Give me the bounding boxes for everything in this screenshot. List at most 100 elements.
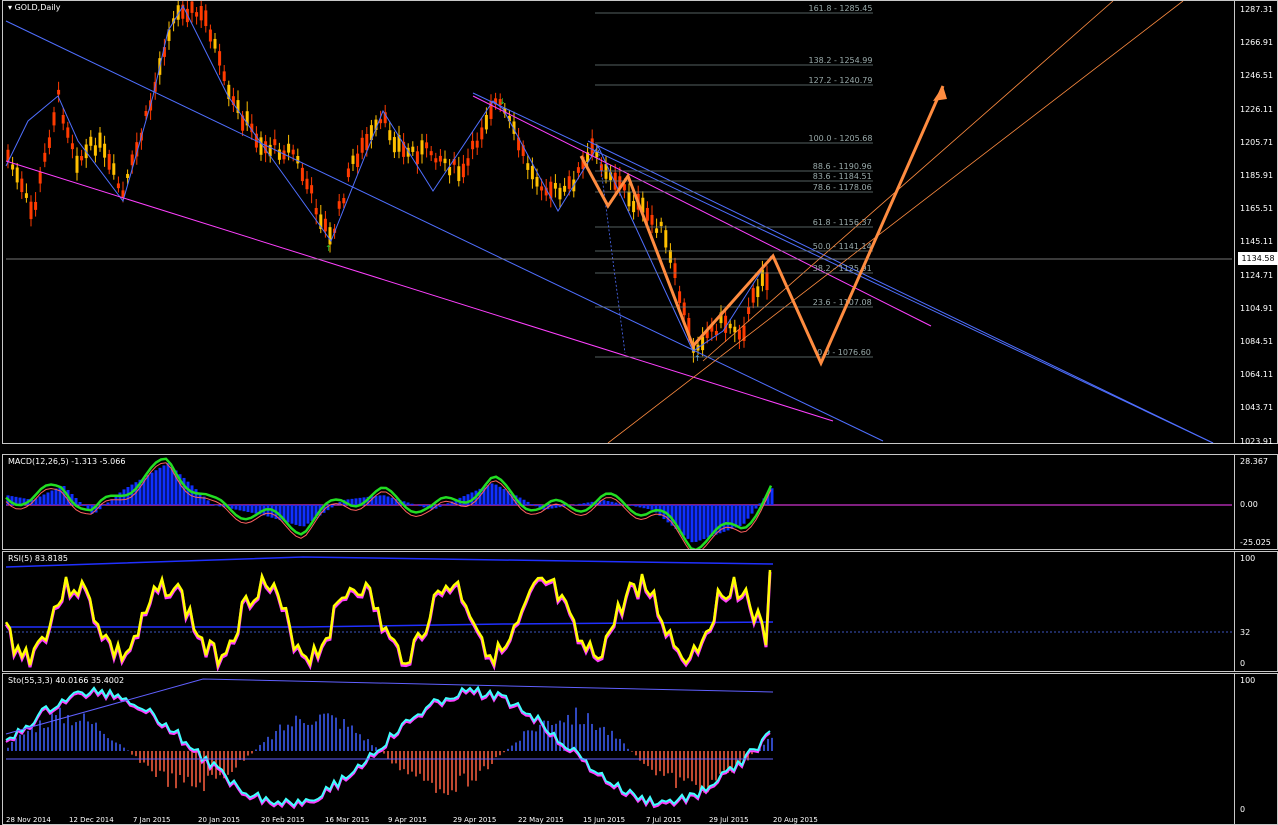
macd-axis-zero: 0.00 [1240,500,1258,509]
price-axis-label: 1287.31 [1240,5,1274,14]
candle-body [540,186,544,191]
dropdown-triangle-icon[interactable]: ▾ [8,3,12,12]
date-axis-label: 22 May 2015 [518,816,564,824]
candle-body [567,176,571,189]
price-chart-pane[interactable]: 161.8 - 1285.45 138.2 - 1254.99 127.2 - 12… [2,0,1278,446]
candle-body [126,173,130,178]
fib-level-label: 23.6 - 1107.08 [813,298,872,307]
candle-body [208,29,212,42]
candle-body [535,176,539,187]
macd-pane[interactable]: MACD(12,26,5) -1.313 -5.066 28.367 0.00 … [2,454,1278,550]
stochastic-canvas[interactable] [3,674,1232,824]
candle-body [300,167,304,182]
down-arrow-marker: ↓ [499,97,506,106]
candle-body [664,230,668,248]
candle-body [471,140,475,150]
candle-body [259,137,263,155]
candle-body [273,139,277,146]
stochastic-axis-top: 100 [1240,676,1256,685]
candle-body [553,182,557,189]
candle-body [305,178,309,190]
candle-body [425,142,429,149]
date-axis-label: 20 Jan 2015 [198,816,240,824]
channel-mid-line [587,140,1214,443]
candle-body [411,146,415,152]
candle-body [93,145,97,156]
fib-level-label: 50.0 - 1141.14 [813,242,872,251]
date-axis-label: 7 Jul 2015 [646,816,682,824]
candle-body [29,201,33,220]
candle-body [195,12,199,17]
candle-body [20,178,24,193]
rsi-pane[interactable]: RSI(5) 83.8185 100 32 0 [2,551,1278,672]
magenta-support-line [5,160,834,422]
price-axis-label: 1205.71 [1240,137,1274,147]
fib-level-label: 161.8 - 1285.45 [809,4,873,13]
candle-body [599,164,603,171]
price-axis-label: 1124.71 [1240,270,1274,280]
fib-level-label: 100.0 - 1205.68 [809,134,873,143]
candle-body [576,167,580,173]
stochastic-axis[interactable]: 100 0 [1234,674,1278,824]
date-axis-label: 9 Apr 2015 [388,816,427,824]
candle-body [530,166,534,180]
price-axis-label: 1145.11 [1240,237,1274,247]
candle-body [655,228,659,233]
price-axis[interactable]: 1287.31 1266.91 1246.51 1226.11 1205.71 1185.… [1234,1,1278,446]
candle-body [356,153,360,168]
candle-body [323,218,327,232]
candle-body [466,158,470,166]
macd-canvas[interactable] [3,455,1232,549]
candle-body [438,155,442,162]
candle-body [526,163,530,170]
candle-body [724,315,728,333]
candle-body [204,10,208,27]
candle-body [751,288,755,303]
candle-body [70,143,74,150]
candle-body [659,221,663,227]
rsi-main-line [4,569,772,670]
candle-body [337,201,341,209]
candle-body [199,6,203,21]
candle-body [461,163,465,178]
candle-body [434,158,438,163]
rsi-upper-band [5,556,774,568]
candle-body [650,214,654,225]
candle-body [47,137,51,148]
candle-body [314,208,318,215]
candle-body [116,183,120,189]
candle-body [678,291,682,303]
rsi-lower-band [6,621,774,628]
price-axis-label: 1104.91 [1240,303,1274,313]
candle-body [632,201,636,213]
up-arrow-marker: ↑ [325,244,332,253]
candle-body [112,163,116,175]
price-axis-label: 1023.91 [1240,436,1274,446]
stochastic-axis-bottom: 0 [1240,805,1246,814]
candle-body [287,143,291,153]
macd-axis[interactable]: 28.367 0.00 -25.025 [1234,455,1278,549]
price-axis-label: 1084.51 [1240,337,1274,346]
rsi-axis[interactable]: 100 32 0 [1234,552,1278,671]
price-chart-canvas[interactable]: 161.8 - 1285.45 138.2 - 1254.99 127.2 - 12… [3,1,1232,443]
rsi-axis-mid: 32 [1240,628,1251,637]
stochastic-pane[interactable]: Sto(55,3,3) 40.0166 35.4002 100 0 28 Nov… [2,673,1278,825]
date-axis-label: 15 Jun 2015 [583,816,626,824]
candle-body [34,201,38,210]
rsi-canvas[interactable] [3,552,1232,671]
date-axis-label: 16 Mar 2015 [325,816,370,824]
price-axis-label: 1064.11 [1240,370,1274,380]
chart-symbol-title: ▾ GOLD,Daily [8,3,61,12]
candle-body [443,158,447,164]
candle-body [346,168,350,178]
rsi-label: RSI(5) 83.8185 [8,554,68,563]
candle-body [627,191,631,207]
orange-channel-line-lower [607,1,1184,443]
fib-level-label: 88.6 - 1190.96 [813,162,872,171]
stochastic-label: Sto(55,3,3) 40.0166 35.4002 [8,676,125,685]
fib-level-label: 83.6 - 1184.51 [813,172,872,181]
candle-body [682,302,686,316]
candle-body [103,143,107,158]
candle-body [733,326,737,333]
projection-path [579,85,945,367]
